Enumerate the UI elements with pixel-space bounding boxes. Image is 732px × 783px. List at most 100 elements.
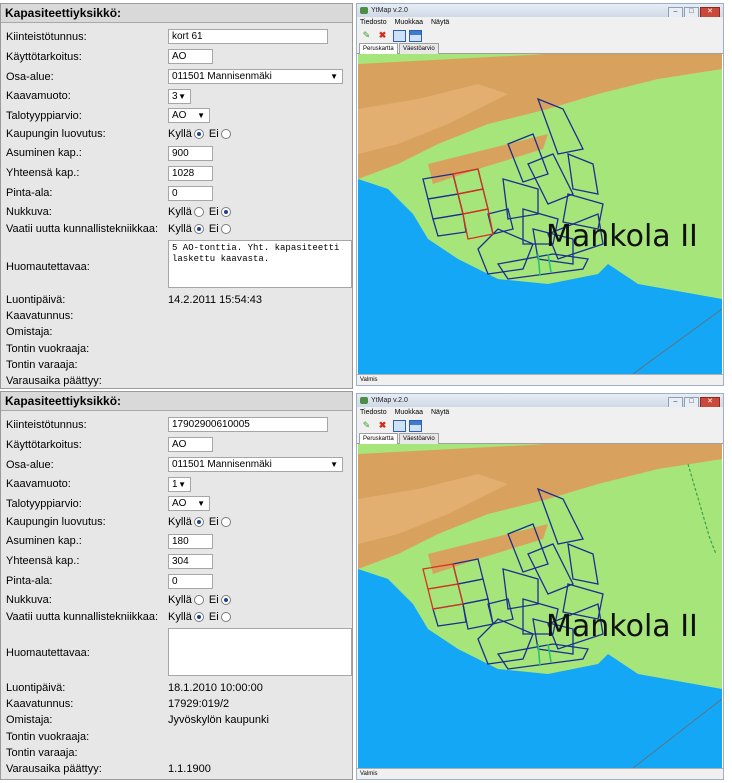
tab-vaestoarvio[interactable]: Väestöarvio xyxy=(399,43,439,54)
chevron-down-icon: ▼ xyxy=(197,499,205,508)
label-varausaika: Varausaika päättyy: xyxy=(6,375,102,387)
talotyyppiarvio-select[interactable]: AO ▼ xyxy=(168,108,210,123)
label-huomautettavaa: Huomautettavaa: xyxy=(6,647,90,659)
kaavamuoto-select[interactable]: 1 ▼ xyxy=(168,477,191,492)
chevron-down-icon: ▼ xyxy=(330,460,338,469)
label-luontipaiva: Luontipäivä: xyxy=(6,294,66,306)
tab-peruskartta[interactable]: Peruskartta xyxy=(359,43,398,54)
label-tontin-varaaja: Tontin varaaja: xyxy=(6,747,78,759)
menu-nayta[interactable]: Näytä xyxy=(431,19,449,26)
window-controls: – □ ✕ xyxy=(667,395,720,408)
label-kaavamuoto: Kaavamuoto: xyxy=(6,90,71,102)
talotyyppiarvio-select[interactable]: AO ▼ xyxy=(168,496,210,511)
delete-icon[interactable]: ✖ xyxy=(377,30,388,40)
kayttotarkoitus-input[interactable]: AO xyxy=(168,49,213,64)
label-nukkuva: Nukkuva: xyxy=(6,594,52,606)
huomautettavaa-textarea[interactable] xyxy=(168,628,352,676)
osa-alue-select[interactable]: 011501 Mannisenmäki ▼ xyxy=(168,457,343,472)
kaupungin-luovutus-radios: Kyllä Ei xyxy=(168,516,233,528)
window-titlebar: YtMap v.2.0 – □ ✕ xyxy=(357,4,723,18)
radio-label-kylla: Kyllä xyxy=(168,128,192,140)
window-icon[interactable] xyxy=(409,30,422,42)
osa-alue-select[interactable]: 011501 Mannisenmäki ▼ xyxy=(168,69,343,84)
nukkuva-ei-radio[interactable] xyxy=(220,207,231,218)
luontipaiva-value: 18.1.2010 10:00:00 xyxy=(168,682,263,694)
talotyyppiarvio-value: AO xyxy=(172,110,187,121)
kaavamuoto-select[interactable]: 3 ▼ xyxy=(168,89,191,104)
map-canvas[interactable]: Mankola II xyxy=(358,444,722,769)
chevron-down-icon: ▼ xyxy=(178,92,186,101)
omistaja-value: Jyvöskylön kaupunki xyxy=(168,714,269,726)
label-kayttotarkoitus: Käyttötarkoitus: xyxy=(6,439,82,451)
yhteensa-kap-input[interactable]: 304 xyxy=(168,554,213,569)
menu-tiedosto[interactable]: Tiedosto xyxy=(360,19,387,26)
vaatii-kylla-radio[interactable] xyxy=(193,224,204,235)
asuminen-kap-input[interactable]: 180 xyxy=(168,534,213,549)
label-osa-alue: Osa-alue: xyxy=(6,459,54,471)
delete-icon[interactable]: ✖ xyxy=(377,420,388,430)
label-luontipaiva: Luontipäivä: xyxy=(6,682,66,694)
kiinteistotunnus-input[interactable]: kort 61 xyxy=(168,29,328,44)
vaatii-ei-radio[interactable] xyxy=(220,612,231,623)
map-canvas[interactable]: Mankola II xyxy=(358,54,722,375)
radio-label-ei: Ei xyxy=(208,516,219,528)
app-icon xyxy=(360,397,368,404)
label-osa-alue: Osa-alue: xyxy=(6,71,54,83)
nukkuva-kylla-radio[interactable] xyxy=(193,595,204,606)
kayttotarkoitus-input[interactable]: AO xyxy=(168,437,213,452)
pinta-ala-input[interactable]: 0 xyxy=(168,186,213,201)
status-bar: Valmis xyxy=(357,374,723,385)
nukkuva-radios: Kyllä Ei xyxy=(168,206,233,218)
label-huomautettavaa: Huomautettavaa: xyxy=(6,261,90,273)
label-omistaja: Omistaja: xyxy=(6,714,53,726)
map-area-label: Mankola II xyxy=(546,219,698,254)
vaatii-ei-radio[interactable] xyxy=(220,224,231,235)
form-title: Kapasiteettiyksikkö: xyxy=(1,392,352,411)
kiinteistotunnus-input[interactable]: 17902900610005 xyxy=(168,417,328,432)
vaatii-kylla-radio[interactable] xyxy=(193,612,204,623)
menu-muokkaa[interactable]: Muokkaa xyxy=(395,409,423,416)
nukkuva-ei-radio[interactable] xyxy=(220,595,231,606)
layer-icon[interactable] xyxy=(393,420,406,432)
kaupungin-luovutus-ei-radio[interactable] xyxy=(220,129,231,140)
kaupungin-luovutus-kylla-radio[interactable] xyxy=(193,129,204,140)
kaupungin-luovutus-radios: Kyllä Ei xyxy=(168,128,233,140)
radio-label-ei: Ei xyxy=(208,594,219,606)
menu-nayta[interactable]: Näytä xyxy=(431,409,449,416)
tab-vaestoarvio[interactable]: Väestöarvio xyxy=(399,433,439,444)
menu-muokkaa[interactable]: Muokkaa xyxy=(395,19,423,26)
nukkuva-kylla-radio[interactable] xyxy=(193,207,204,218)
label-kayttotarkoitus: Käyttötarkoitus: xyxy=(6,51,82,63)
ytmap-window-1: YtMap v.2.0 – □ ✕ Tiedosto Muokkaa Näytä ✎ ✖… xyxy=(356,3,724,386)
pencil-icon[interactable]: ✎ xyxy=(361,420,372,430)
label-yhteensa-kap: Yhteensä kap.: xyxy=(6,167,80,179)
window-title: YtMap v.2.0 xyxy=(371,397,408,404)
radio-label-ei: Ei xyxy=(208,223,219,235)
capacity-form-1: Kapasiteettiyksikkö: Kiinteistötunnus: k… xyxy=(0,3,353,389)
layer-icon[interactable] xyxy=(393,30,406,42)
asuminen-kap-input[interactable]: 900 xyxy=(168,146,213,161)
kaupungin-luovutus-ei-radio[interactable] xyxy=(220,517,231,528)
label-kaavatunnus: Kaavatunnus: xyxy=(6,310,74,322)
tab-peruskartta[interactable]: Peruskartta xyxy=(359,433,398,444)
radio-label-ei: Ei xyxy=(208,611,219,623)
label-kiinteistotunnus: Kiinteistötunnus: xyxy=(6,419,87,431)
yhteensa-kap-input[interactable]: 1028 xyxy=(168,166,213,181)
map-tabs: Peruskartta Väestöarvio xyxy=(357,42,723,54)
kaavamuoto-value: 1 xyxy=(172,479,178,490)
map-image: Mankola II xyxy=(358,444,722,769)
huomautettavaa-textarea[interactable]: 5 AO-tonttia. Yht. kapasiteetti laskettu… xyxy=(168,240,352,288)
label-kaavamuoto: Kaavamuoto: xyxy=(6,478,71,490)
kaavatunnus-value: 17929:019/2 xyxy=(168,698,230,710)
label-asuminen-kap: Asuminen kap.: xyxy=(6,147,82,159)
radio-label-kylla: Kyllä xyxy=(168,594,192,606)
label-talotyyppiarvio: Talotyyppiarvio: xyxy=(6,498,82,510)
pinta-ala-input[interactable]: 0 xyxy=(168,574,213,589)
radio-label-kylla: Kyllä xyxy=(168,223,192,235)
window-icon[interactable] xyxy=(409,420,422,432)
pencil-icon[interactable]: ✎ xyxy=(361,30,372,40)
kaupungin-luovutus-kylla-radio[interactable] xyxy=(193,517,204,528)
label-vaatii: Vaatii uutta kunnallistekniikkaa: xyxy=(6,223,159,235)
toolbar: ✎ ✖ xyxy=(357,28,723,42)
menu-tiedosto[interactable]: Tiedosto xyxy=(360,409,387,416)
